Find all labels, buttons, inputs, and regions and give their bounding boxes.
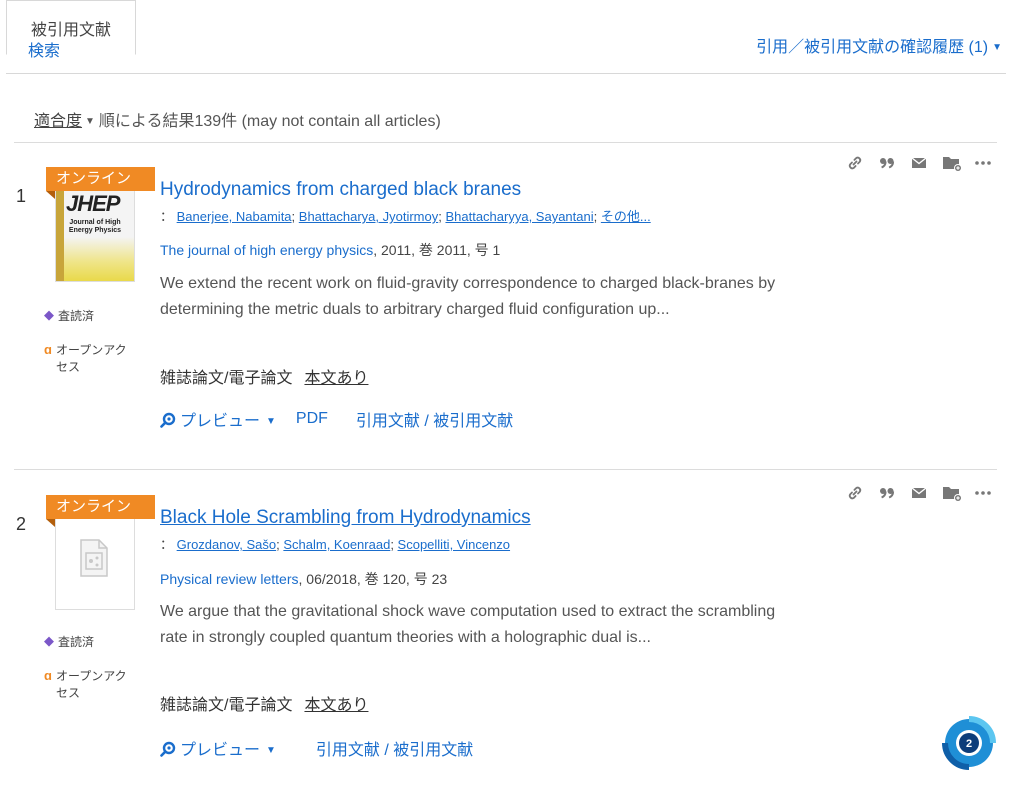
email-icon[interactable] [910,484,928,502]
doc-type-label: 雑誌論文/電子論文 [160,697,293,714]
author-prefix: ： [160,209,174,224]
journal-info: Physical review letters, 06/2018, 巻 120,… [160,569,447,589]
preview-dropdown[interactable]: プレビュー ▼ [160,736,276,760]
result-actions [846,484,992,502]
link-icon[interactable] [846,154,864,172]
divider [14,142,997,143]
author-link[interactable]: Grozdanov, Sašo [177,537,276,552]
result-number: 1 [16,186,27,206]
open-access-label: オープンアクセス [55,343,127,374]
chevron-down-icon: ▼ [266,745,276,756]
author-link[interactable]: Bhattacharyya, Sayantani [445,209,593,224]
peer-reviewed-badge: ◆ 査読済 [44,633,94,650]
peer-reviewed-label: 査読済 [58,309,95,323]
divider [14,469,997,470]
journal-cover-thumbnail[interactable]: JHEP Journal of High Energy Physics [55,182,135,282]
result-count-text: 順による結果139件 (may not contain all articles… [98,113,441,130]
result-title[interactable]: Black Hole Scrambling from Hydrodynamics [160,507,531,529]
peer-reviewed-badge: ◆ 査読済 [44,307,94,324]
author-link[interactable]: Scopelliti, Vincenzo [398,537,511,552]
open-access-badge: ɑ オープンアクセス [44,668,136,702]
document-thumbnail[interactable] [55,510,135,610]
fulltext-available-link[interactable]: 本文あり [304,370,368,387]
magnify-icon [160,741,176,757]
open-access-badge: ɑ オープンアクセス [44,342,136,376]
document-type: 雑誌論文/電子論文 本文あり [160,364,368,388]
more-authors-link[interactable]: その他... [601,209,651,224]
journal-link[interactable]: The journal of high energy physics [160,242,373,258]
result-links: プレビュー ▼ PDF 引用文献 / 被引用文献 [160,407,513,431]
assistant-swirl-icon: 2 [942,716,996,770]
fulltext-available-link[interactable]: 本文あり [304,697,368,714]
quote-icon[interactable] [878,154,896,172]
journal-link[interactable]: Physical review letters [160,571,299,587]
journal-details: , 06/2018, 巻 120, 号 23 [298,571,448,587]
chevron-down-icon: ▼ [992,42,1002,53]
abstract-snippet: We argue that the gravitational shock wa… [160,603,776,646]
preview-label: プレビュー [180,413,261,430]
email-icon[interactable] [910,154,928,172]
author-link[interactable]: Banerjee, Nabamita [177,209,292,224]
floating-assistant-button[interactable]: 2 [942,716,996,770]
document-type: 雑誌論文/電子論文 本文あり [160,691,368,715]
folder-add-icon[interactable] [942,154,962,172]
preview-label: プレビュー [180,742,261,759]
cover-title: JHEP [66,191,120,216]
citation-links[interactable]: 引用文献 / 被引用文献 [356,407,513,431]
history-dropdown[interactable]: 引用／被引用文献の確認履歴 (1) ▼ [756,33,1002,57]
abstract-snippet: We extend the recent work on fluid-gravi… [160,275,776,318]
doc-type-label: 雑誌論文/電子論文 [160,370,293,387]
author-link[interactable]: Schalm, Koenraad [283,537,390,552]
author-list: ： Banerjee, Nabamita; Bhattacharya, Jyot… [160,209,651,224]
open-access-lock-icon: ɑ [44,668,52,683]
journal-details: , 2011, 巻 2011, 号 1 [373,242,501,258]
pdf-link[interactable]: PDF [296,410,328,428]
history-label: 引用／被引用文献の確認履歴 (1) [756,39,989,56]
open-access-label: オープンアクセス [55,669,127,700]
tab-cited-by[interactable]: 被引用文献 [6,0,136,55]
author-link[interactable]: Bhattacharya, Jyotirmoy [299,209,438,224]
magnify-icon [160,412,176,428]
result-links: プレビュー ▼ 引用文献 / 被引用文献 [160,736,473,760]
cover-subtitle: Journal of High Energy Physics [68,219,122,234]
quote-icon[interactable] [878,484,896,502]
author-prefix: ： [160,537,174,552]
tab-search[interactable]: 検索 [28,37,60,61]
more-icon[interactable] [974,484,992,502]
author-list: ： Grozdanov, Sašo; Schalm, Koenraad; Sco… [160,537,511,552]
peer-reviewed-icon: ◆ [44,633,54,648]
more-icon[interactable] [974,154,992,172]
chevron-down-icon: ▼ [266,416,276,427]
online-ribbon: オンライン [46,167,155,199]
document-placeholder-icon [80,539,108,577]
peer-reviewed-label: 査読済 [58,635,95,649]
peer-reviewed-icon: ◆ [44,307,54,322]
journal-info: The journal of high energy physics, 2011… [160,240,500,260]
link-icon[interactable] [846,484,864,502]
result-number: 2 [16,514,27,534]
preview-dropdown[interactable]: プレビュー ▼ [160,407,276,431]
online-ribbon: オンライン [46,495,155,527]
sort-by-dropdown[interactable]: 適合度 [34,113,82,130]
folder-add-icon[interactable] [942,484,962,502]
sort-line: 適合度 ▼ 順による結果139件 (may not contain all arti… [34,107,441,131]
open-access-lock-icon: ɑ [44,342,52,357]
assistant-count: 2 [966,738,972,750]
result-actions [846,154,992,172]
result-title[interactable]: Hydrodynamics from charged black branes [160,179,521,201]
chevron-down-icon[interactable]: ▼ [85,116,95,127]
citation-links[interactable]: 引用文献 / 被引用文献 [316,736,473,760]
